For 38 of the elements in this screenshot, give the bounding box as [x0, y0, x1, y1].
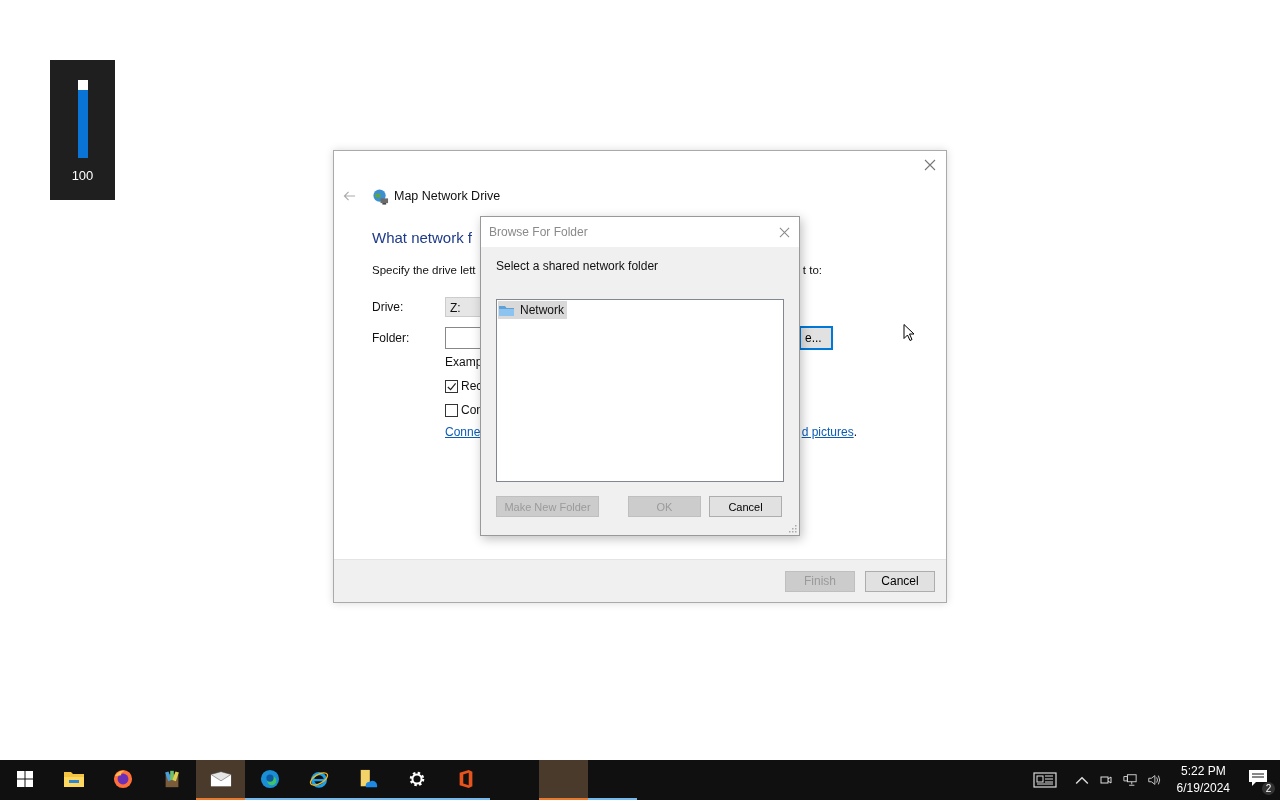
period-text: . — [853, 425, 857, 439]
cancel-button[interactable]: Cancel — [709, 496, 782, 517]
tree-item[interactable]: Network — [498, 301, 567, 319]
dialog-title: Browse For Folder — [489, 225, 588, 239]
instruction-text: Specify the drive lett — [372, 264, 476, 276]
folder-icon — [62, 769, 85, 789]
prompt-text: Select a shared network folder — [496, 259, 660, 273]
taskbar-app-button[interactable] — [196, 760, 245, 800]
cancel-button[interactable]: Cancel — [865, 570, 935, 592]
network-icon[interactable] — [1122, 773, 1137, 787]
browser-icon — [307, 769, 330, 789]
resize-grip-icon[interactable] — [789, 525, 797, 533]
browser-icon — [111, 769, 134, 789]
instruction-text: t to: — [802, 264, 822, 276]
mail-icon — [209, 769, 232, 789]
browser-icon — [258, 769, 281, 789]
folder-label: Folder: — [372, 331, 411, 345]
camera-icon[interactable] — [1098, 773, 1113, 787]
checkbox[interactable] — [445, 379, 458, 393]
network-drive-icon — [372, 187, 389, 205]
page-heading: What network f — [372, 229, 473, 246]
windows-icon — [16, 771, 33, 787]
close-icon[interactable] — [924, 159, 936, 171]
mouse-pointer-icon — [903, 323, 915, 342]
volume-icon[interactable] — [1146, 773, 1161, 787]
news-icon[interactable] — [1032, 771, 1057, 789]
link[interactable]: Conne — [445, 425, 481, 439]
notifications-icon[interactable] — [1248, 769, 1268, 787]
window-title: Map Network Drive — [394, 189, 501, 203]
checkbox[interactable] — [445, 403, 458, 417]
drive-label: Drive: — [372, 300, 405, 314]
clock[interactable]: 5:22 PM 6/19/2024 — [1176, 763, 1230, 797]
network-folder-icon — [498, 303, 516, 317]
volume-reading: 100 — [71, 168, 94, 183]
link[interactable]: d pictures — [801, 425, 854, 439]
notification-count: 2 — [1262, 782, 1275, 795]
browse-button[interactable]: e... — [799, 326, 833, 350]
close-icon[interactable] — [779, 226, 790, 238]
